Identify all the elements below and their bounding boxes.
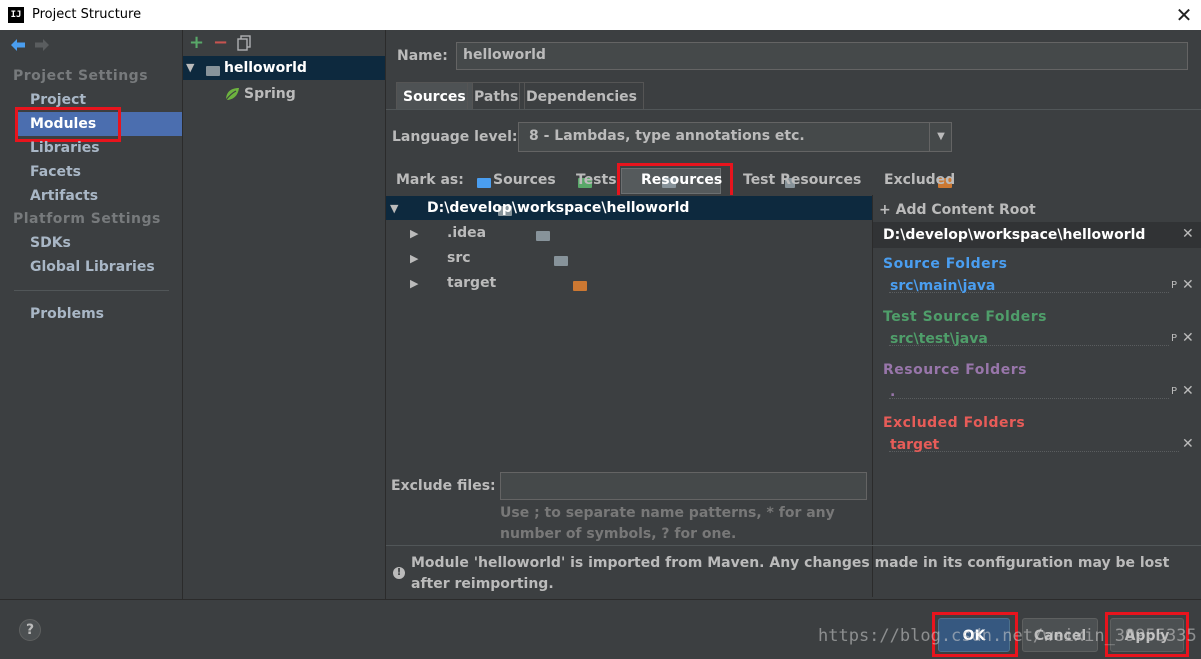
resource-folder-path: . xyxy=(890,384,896,400)
test-folder-path: src\test\java xyxy=(890,331,988,347)
nav-item-facets[interactable]: Facets xyxy=(30,164,81,180)
content-root-path: D:\develop\workspace\helloworld xyxy=(883,227,1146,243)
remove-source-folder-icon[interactable]: ✕ xyxy=(1182,277,1194,293)
expand-arrow-icon[interactable]: ▶ xyxy=(410,277,418,290)
name-field[interactable]: helloworld xyxy=(456,42,1188,70)
help-button[interactable]: ? xyxy=(19,619,41,641)
tree-item-src[interactable]: src xyxy=(447,250,471,266)
excluded-folders-title: Excluded Folders xyxy=(883,415,1026,431)
spring-leaf-icon xyxy=(225,88,239,101)
intellij-app-icon: IJ xyxy=(8,7,24,23)
maven-notice: Module 'helloworld' is imported from Mav… xyxy=(411,555,1170,592)
tab-divider xyxy=(386,109,1201,110)
warning-icon: ! xyxy=(393,567,405,579)
expand-arrow-icon[interactable]: ▶ xyxy=(410,227,418,240)
language-level-label: Language level: xyxy=(392,129,518,145)
source-folders-title: Source Folders xyxy=(883,256,1008,272)
platform-settings-header: Platform Settings xyxy=(13,211,161,227)
expand-arrow-icon[interactable]: ▶ xyxy=(410,252,418,265)
resource-folders-title: Resource Folders xyxy=(883,362,1027,378)
back-arrow-icon[interactable] xyxy=(10,38,26,52)
nav-item-problems[interactable]: Problems xyxy=(30,306,104,322)
tab-paths[interactable]: Paths xyxy=(467,82,526,110)
add-module-icon[interactable]: + xyxy=(189,32,204,53)
nav-item-global-libraries[interactable]: Global Libraries xyxy=(30,259,155,275)
forward-arrow-icon[interactable] xyxy=(34,38,50,52)
excluded-folder-icon xyxy=(572,281,587,291)
remove-resource-folder-icon[interactable]: ✕ xyxy=(1182,383,1194,399)
mark-excluded-button[interactable]: Excluded xyxy=(884,172,955,188)
package-prefix-icon[interactable]: P xyxy=(1171,386,1177,397)
window-title-bar: IJ Project Structure ✕ xyxy=(0,0,1201,30)
module-list-panel: + − ▼ helloworld Spring xyxy=(183,30,386,599)
window-title: Project Structure xyxy=(32,7,142,22)
tree-item-idea[interactable]: .idea xyxy=(447,225,486,241)
source-folder-icon xyxy=(477,178,491,188)
mark-test-resources-button[interactable]: Test Resources xyxy=(743,172,861,188)
tab-sources[interactable]: Sources xyxy=(396,82,473,110)
remove-excluded-folder-icon[interactable]: ✕ xyxy=(1182,436,1194,452)
exclude-files-label: Exclude files: xyxy=(391,478,496,494)
excluded-folder-path: target xyxy=(890,437,940,453)
nav-divider xyxy=(14,290,169,291)
watermark: https://blog.csdn.net/weixin_39955335 xyxy=(818,626,1197,646)
tree-collapse-icon[interactable]: ▼ xyxy=(390,202,398,215)
nav-item-artifacts[interactable]: Artifacts xyxy=(30,188,98,204)
package-prefix-icon[interactable]: P xyxy=(1171,333,1177,344)
window-close-icon[interactable]: ✕ xyxy=(1172,3,1196,27)
remove-test-folder-icon[interactable]: ✕ xyxy=(1182,330,1194,346)
remove-module-icon[interactable]: − xyxy=(213,32,228,53)
tab-dependencies[interactable]: Dependencies xyxy=(519,82,645,110)
nav-item-libraries[interactable]: Libraries xyxy=(30,140,100,156)
tree-item-target[interactable]: target xyxy=(447,275,496,291)
source-folder-path: src\main\java xyxy=(890,278,996,294)
test-source-folders-title: Test Source Folders xyxy=(883,309,1047,325)
module-name: helloworld xyxy=(224,60,307,76)
name-label: Name: xyxy=(397,48,448,64)
exclude-files-input[interactable] xyxy=(500,472,867,500)
mark-tests-button[interactable]: Tests xyxy=(576,172,617,188)
notice-divider xyxy=(386,545,1201,546)
modules-highlight-box xyxy=(15,107,121,142)
nav-item-sdks[interactable]: SDKs xyxy=(30,235,71,251)
mark-as-label: Mark as: xyxy=(396,172,464,188)
exclude-files-hint: Use ; to separate name patterns, * for a… xyxy=(500,505,835,542)
nav-item-project[interactable]: Project xyxy=(30,92,86,108)
settings-nav-panel: Project Settings Project Modules Librari… xyxy=(0,30,183,599)
folder-icon xyxy=(535,231,550,241)
dropdown-arrow-icon[interactable]: ▼ xyxy=(929,123,952,151)
remove-content-root-icon[interactable]: ✕ xyxy=(1182,226,1194,242)
language-level-select[interactable]: 8 - Lambdas, type annotations etc. xyxy=(518,122,952,152)
spring-facet[interactable]: Spring xyxy=(244,86,296,102)
folder-icon xyxy=(554,256,569,266)
mark-sources-button[interactable]: Sources xyxy=(493,172,556,188)
module-folder-icon xyxy=(206,66,220,76)
collapse-arrow-icon[interactable]: ▼ xyxy=(186,61,194,74)
tree-root-path: D:\develop\workspace\helloworld xyxy=(427,200,690,216)
resource-dotline xyxy=(889,398,1169,399)
footer-divider xyxy=(0,599,1201,600)
add-content-root-label: Add Content Root xyxy=(895,202,1036,218)
copy-module-icon[interactable] xyxy=(237,35,251,51)
plus-icon: + xyxy=(879,202,896,218)
project-settings-header: Project Settings xyxy=(13,68,149,84)
package-prefix-icon[interactable]: P xyxy=(1171,280,1177,291)
add-content-root-button[interactable]: + Add Content Root xyxy=(879,202,1036,218)
